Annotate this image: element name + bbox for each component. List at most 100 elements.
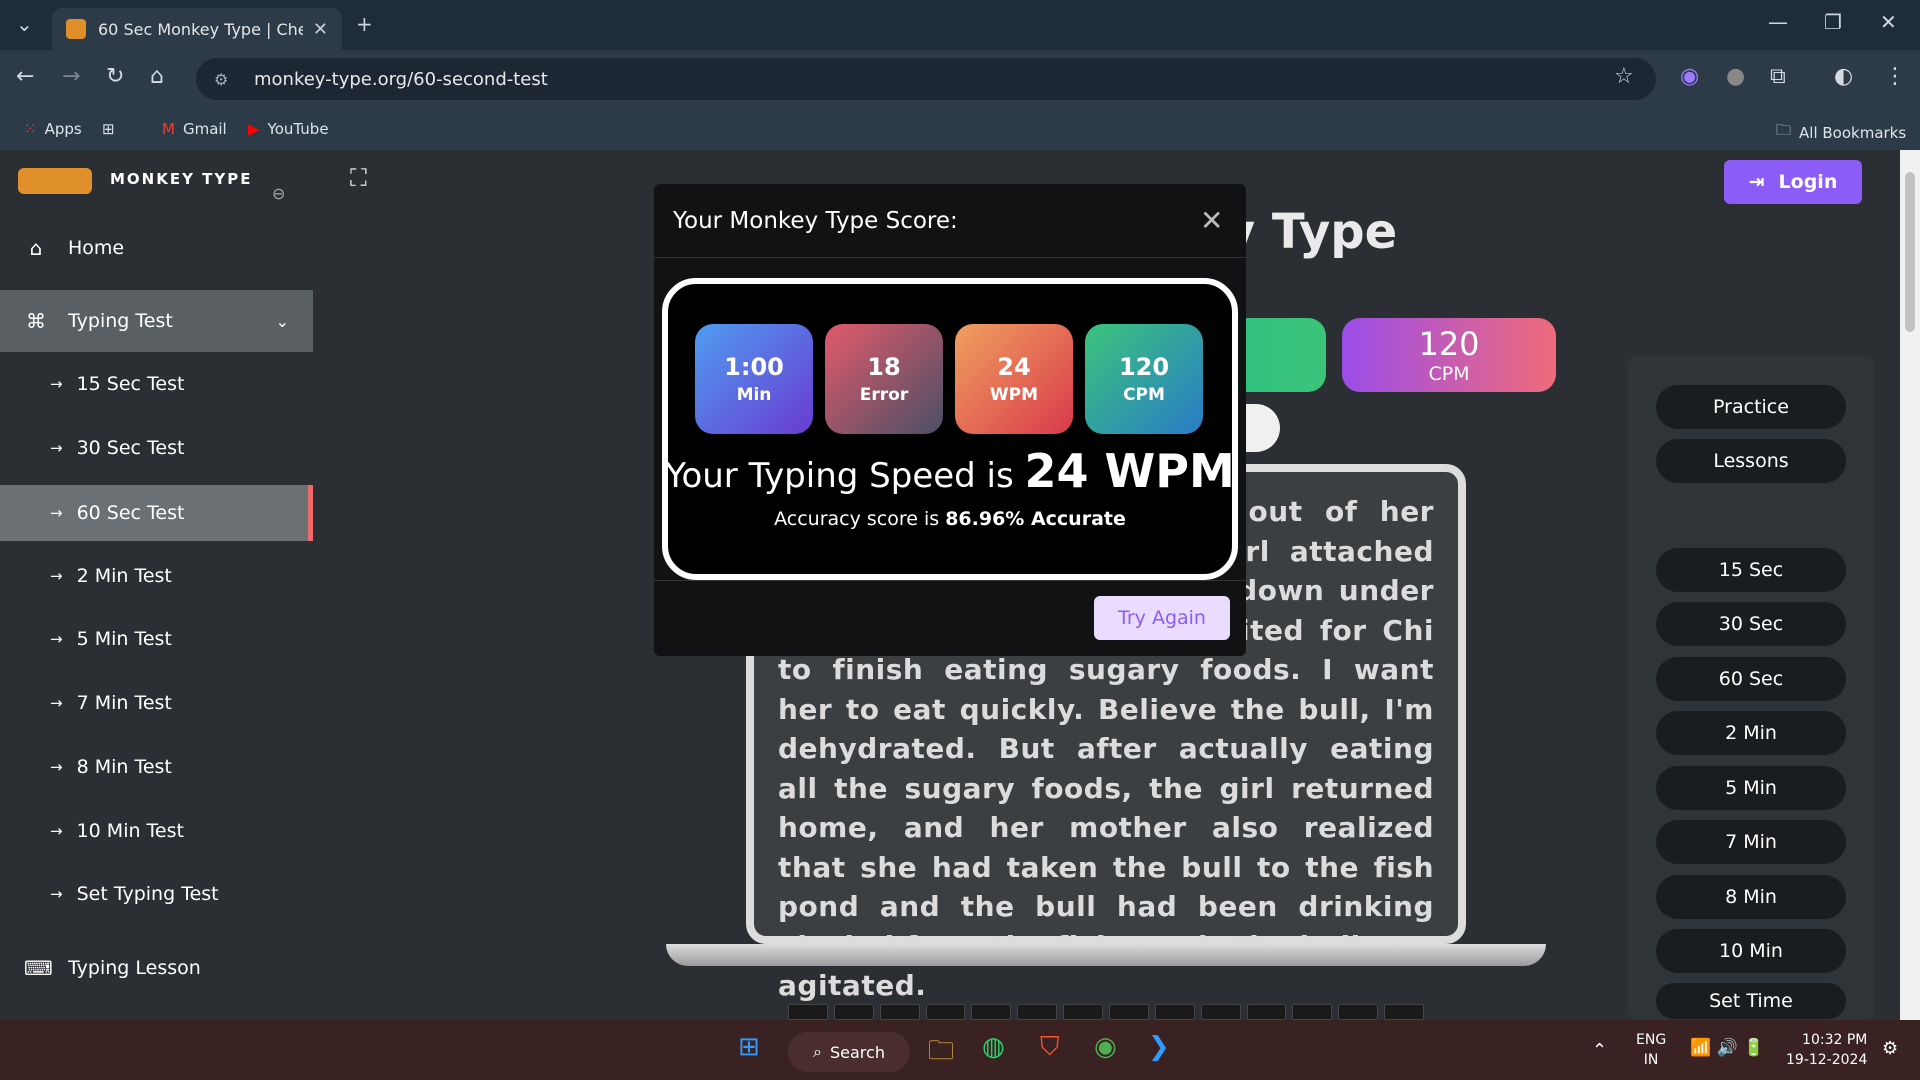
- reload-icon[interactable]: ↻: [106, 64, 124, 89]
- theme-toggle-icon[interactable]: ⊖: [272, 184, 285, 203]
- search-icon: ⌕: [813, 1042, 822, 1061]
- apps-grid-icon: ⁙: [24, 120, 37, 138]
- sidebar-sub-2min[interactable]: → 2 Min Test: [0, 548, 313, 604]
- sidebar-item-home[interactable]: ⌂ Home: [0, 220, 313, 276]
- network-volume-battery-icons[interactable]: 📶 🔊 🔋: [1690, 1038, 1764, 1058]
- fullscreen-icon[interactable]: ⛶: [350, 164, 367, 192]
- back-icon[interactable]: ←: [16, 64, 34, 89]
- time-8min-button[interactable]: 8 Min: [1656, 875, 1846, 919]
- all-bookmarks-label: All Bookmarks: [1799, 123, 1907, 142]
- accuracy-prefix: Accuracy score is: [774, 508, 946, 530]
- file-explorer-icon[interactable]: 🗀: [928, 1032, 954, 1076]
- keyboard-row: [788, 1004, 1425, 1020]
- login-button[interactable]: ⇥ Login: [1724, 160, 1862, 204]
- time-15sec-button[interactable]: 15 Sec: [1656, 548, 1846, 592]
- practice-button[interactable]: Practice: [1656, 385, 1846, 429]
- whatsapp-icon[interactable]: ◍: [982, 1032, 1005, 1062]
- notification-icon[interactable]: ⚙: [1882, 1038, 1898, 1059]
- lang-line-1: ENG: [1636, 1032, 1667, 1048]
- arrow-icon: →: [50, 694, 63, 712]
- sub-label: 30 Sec Test: [76, 437, 185, 459]
- time-7min-button[interactable]: 7 Min: [1656, 820, 1846, 864]
- sidebar-sub-7min[interactable]: → 7 Min Test: [0, 675, 313, 731]
- scrollbar-thumb[interactable]: [1905, 172, 1915, 332]
- all-bookmarks[interactable]: 🗀 All Bookmarks: [1776, 120, 1906, 145]
- arrow-icon: →: [50, 822, 63, 840]
- brand-name: MONKEY TYPE: [110, 170, 253, 188]
- sidebar-sub-10min[interactable]: → 10 Min Test: [0, 803, 313, 859]
- tab-close-icon[interactable]: ✕: [313, 19, 328, 40]
- close-window-button[interactable]: ✕: [1880, 10, 1897, 34]
- time-60sec-button[interactable]: 60 Sec: [1656, 657, 1846, 701]
- stat-pill-cpm: 120 CPM: [1342, 318, 1556, 392]
- forward-icon[interactable]: →: [62, 64, 80, 89]
- sidebar-home-label: Home: [68, 237, 125, 259]
- sidebar-sub-8min[interactable]: → 8 Min Test: [0, 739, 313, 795]
- tile-error: 18 Error: [825, 324, 943, 434]
- tile-cpm-value: 120: [1118, 353, 1170, 381]
- bookmark-youtube-label: YouTube: [267, 120, 329, 138]
- arrow-icon: →: [50, 630, 63, 648]
- tile-cpm: 120 CPM: [1085, 324, 1203, 434]
- sidebar-sub-set[interactable]: → Set Typing Test: [0, 866, 313, 922]
- new-tab-button[interactable]: +: [356, 12, 373, 36]
- monkey-logo[interactable]: [18, 168, 92, 194]
- laptop-base: [666, 944, 1546, 966]
- sidebar-sub-5min[interactable]: → 5 Min Test: [0, 611, 313, 667]
- login-icon: ⇥: [1748, 171, 1765, 193]
- extension-icon[interactable]: ◉: [1680, 64, 1699, 89]
- extension-2-icon[interactable]: ●: [1726, 64, 1745, 89]
- sidebar-sub-30sec[interactable]: → 30 Sec Test: [0, 420, 313, 476]
- sub-label: 60 Sec Test: [76, 502, 185, 524]
- keyboard-icon: ⌨: [24, 956, 53, 980]
- sidebar-sub-60sec[interactable]: → 60 Sec Test: [0, 485, 313, 541]
- sub-label: 15 Sec Test: [76, 373, 185, 395]
- sidebar-sub-15sec[interactable]: → 15 Sec Test: [0, 356, 313, 412]
- time-30sec-button[interactable]: 30 Sec: [1656, 602, 1846, 646]
- modal-close-icon[interactable]: ✕: [1200, 204, 1223, 237]
- accuracy-text: Accuracy score is 86.96% Accurate: [662, 508, 1238, 530]
- restore-button[interactable]: ❐: [1824, 10, 1842, 34]
- extensions-puzzle-icon[interactable]: ⧉: [1770, 64, 1786, 89]
- clock[interactable]: 10:32 PM 19-12-2024: [1786, 1030, 1867, 1070]
- bookmark-star-icon[interactable]: ☆: [1614, 64, 1634, 89]
- set-time-button[interactable]: Set Time: [1656, 983, 1846, 1019]
- tab-groups-icon[interactable]: ⊞: [102, 120, 115, 138]
- login-label: Login: [1778, 171, 1838, 193]
- tray-chevron-icon[interactable]: ⌃: [1592, 1040, 1607, 1061]
- time-5min-button[interactable]: 5 Min: [1656, 766, 1846, 810]
- time-10min-button[interactable]: 10 Min: [1656, 929, 1846, 973]
- browser-tab[interactable]: 60 Sec Monkey Type | Check Yo ✕: [52, 8, 342, 50]
- home-icon[interactable]: ⌂: [150, 64, 164, 89]
- arrow-icon: →: [50, 885, 63, 903]
- brave-icon[interactable]: ⛉: [1040, 1032, 1060, 1063]
- windows-start-icon[interactable]: ⊞: [738, 1032, 760, 1062]
- vscode-icon[interactable]: ❯: [1148, 1032, 1170, 1062]
- address-bar[interactable]: ⚙ monkey-type.org/60-second-test: [196, 58, 1656, 100]
- bookmark-gmail[interactable]: M Gmail: [162, 120, 227, 138]
- site-info-icon[interactable]: ⚙: [214, 70, 234, 89]
- sidebar-item-typing-lesson[interactable]: ⌨ Typing Lesson: [0, 940, 313, 996]
- clock-time: 10:32 PM: [1802, 1032, 1868, 1048]
- sub-label: 7 Min Test: [76, 692, 172, 714]
- tab-search-icon[interactable]: ⌄: [16, 12, 33, 36]
- chrome-icon[interactable]: ◉: [1094, 1032, 1117, 1062]
- time-2min-button[interactable]: 2 Min: [1656, 711, 1846, 755]
- lang-line-2: IN: [1643, 1052, 1659, 1068]
- tile-cpm-label: CPM: [1123, 385, 1165, 405]
- sidebar-item-typing-test[interactable]: ⌘ Typing Test ⌄: [0, 290, 313, 352]
- lessons-button[interactable]: Lessons: [1656, 439, 1846, 483]
- page-scrollbar[interactable]: [1900, 150, 1920, 1020]
- bookmark-apps[interactable]: ⁙ Apps: [24, 120, 82, 138]
- minimize-button[interactable]: —: [1768, 10, 1788, 34]
- profile-avatar[interactable]: ◐: [1834, 64, 1853, 89]
- try-again-button[interactable]: Try Again: [1094, 596, 1230, 640]
- folder-icon: 🗀: [1776, 121, 1792, 139]
- bookmark-youtube[interactable]: ▶ YouTube: [248, 120, 329, 138]
- modal-footer-divider: [654, 580, 1246, 581]
- menu-dots-icon[interactable]: ⋮: [1884, 64, 1906, 89]
- tile-time: 1:00 Min: [695, 324, 813, 434]
- language-indicator[interactable]: ENG IN: [1636, 1030, 1666, 1070]
- url-text: monkey-type.org/60-second-test: [254, 68, 548, 90]
- taskbar-search[interactable]: ⌕ Search: [788, 1032, 910, 1072]
